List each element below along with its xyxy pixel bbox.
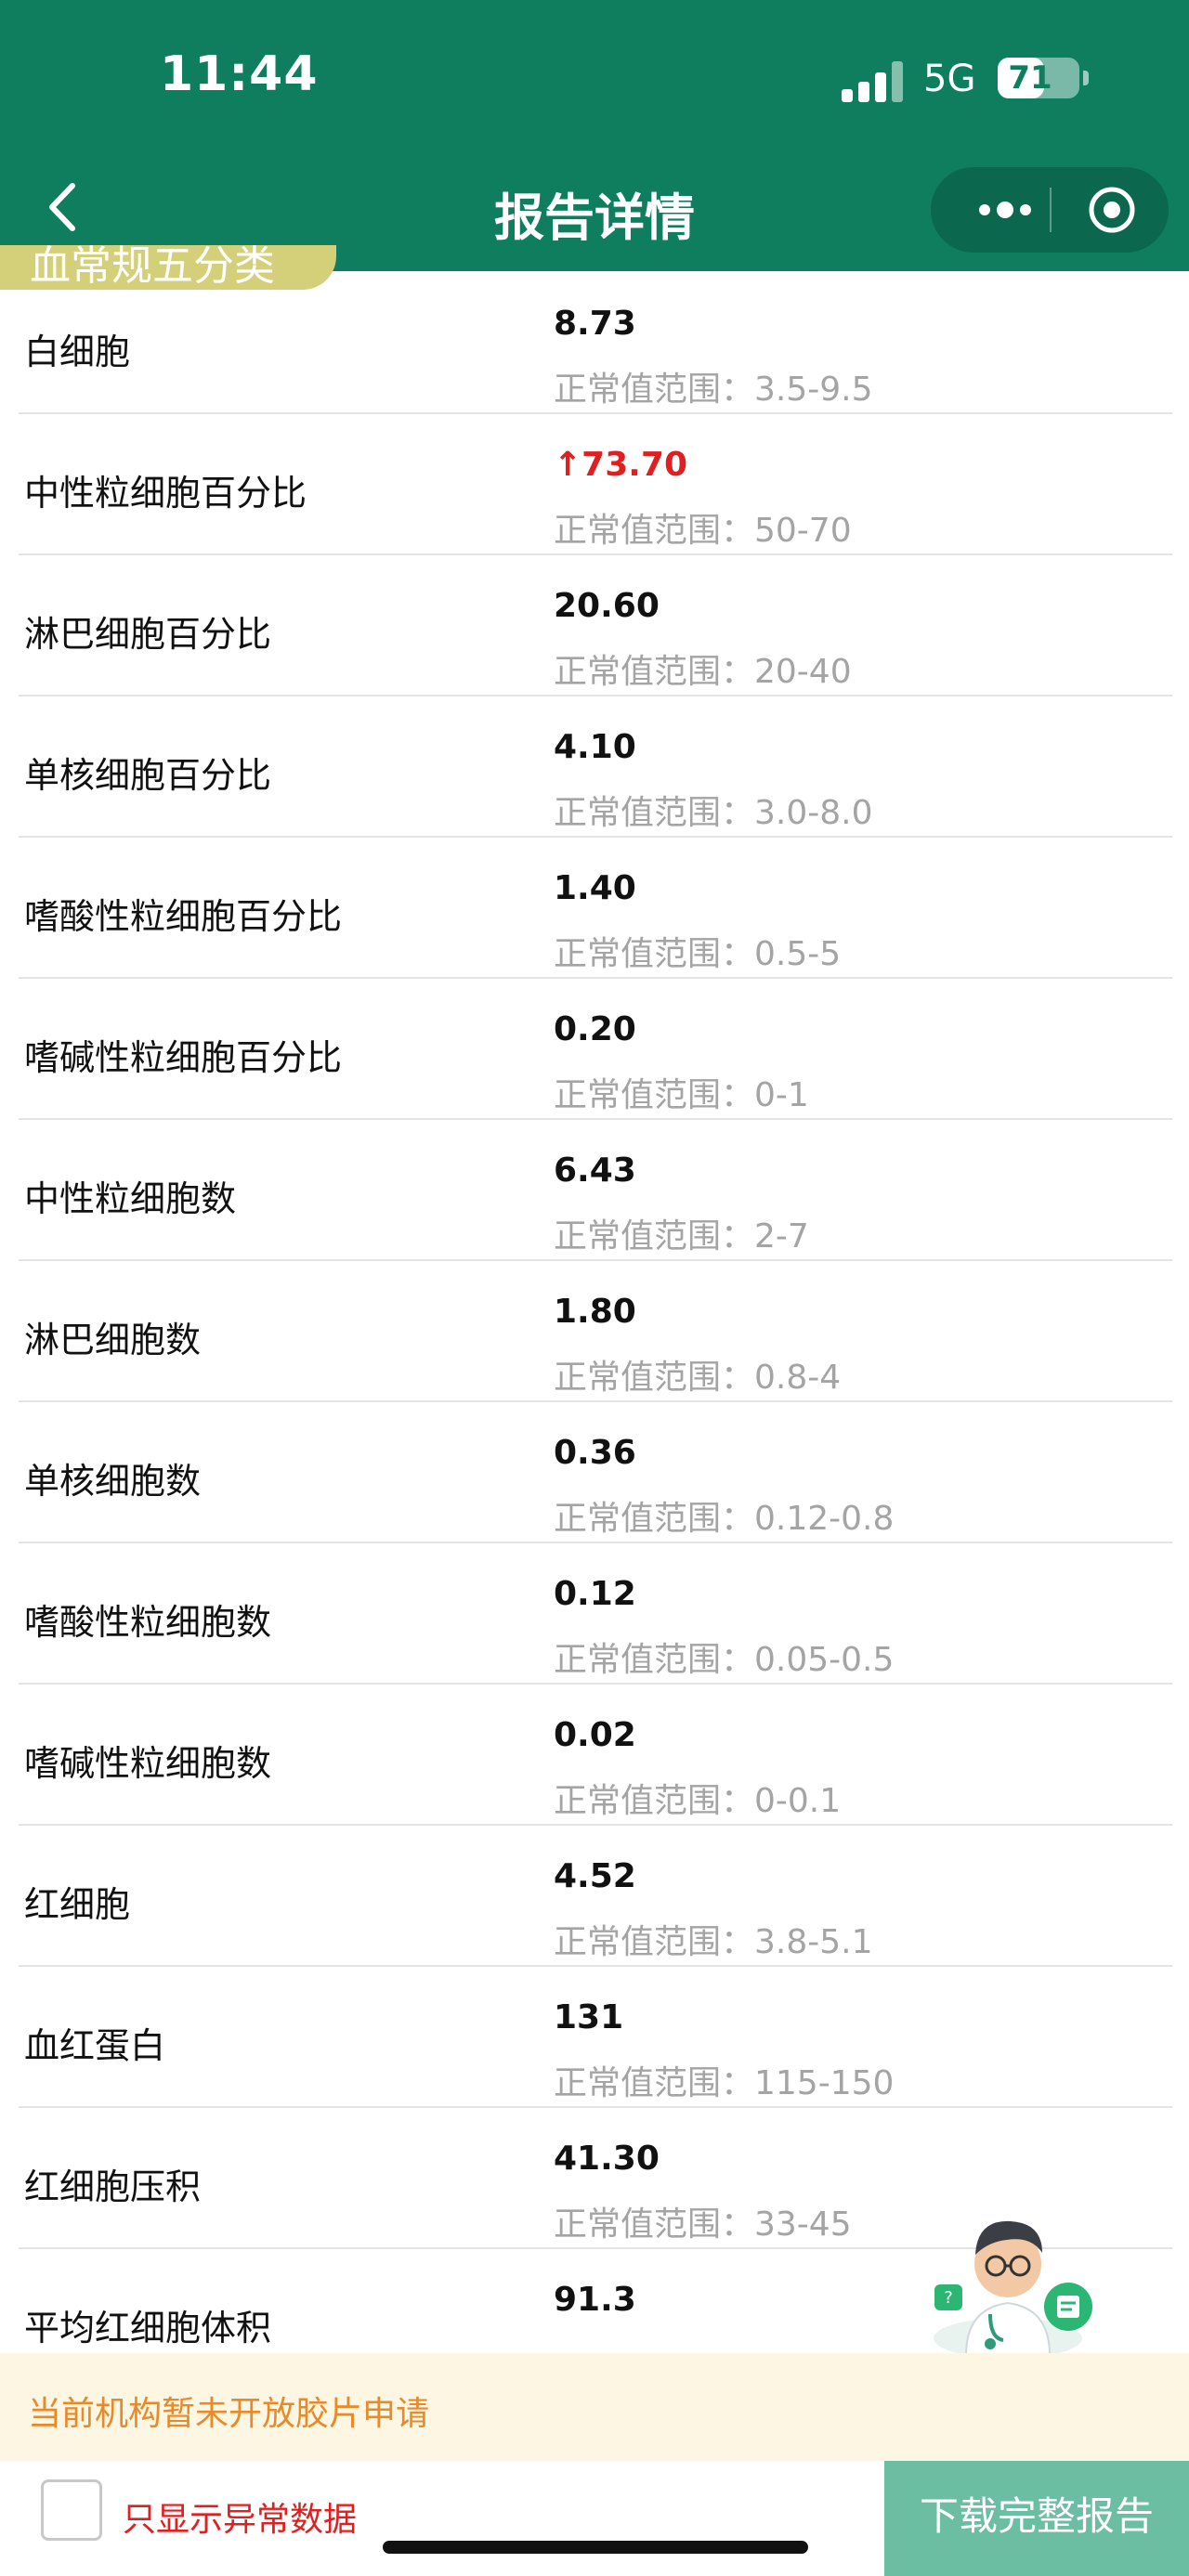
result-range: 正常值范围：3.0-8.0	[554, 794, 873, 832]
result-value: 0.36	[554, 1434, 636, 1472]
doctor-assistant-icon[interactable]: ?	[910, 2199, 1105, 2359]
result-name: 嗜碱性粒细胞数	[24, 1743, 272, 1784]
result-value-abnormal: ↑73.70	[554, 446, 688, 484]
abnormal-only-checkbox[interactable]	[41, 2479, 102, 2541]
result-row: 中性粒细胞数 6.43 正常值范围：2-7	[19, 1118, 1172, 1261]
result-name: 中性粒细胞百分比	[24, 473, 307, 514]
result-range: 正常值范围：50-70	[554, 512, 852, 550]
result-row: 嗜酸性粒细胞百分比 1.40 正常值范围：0.5-5	[19, 836, 1172, 979]
result-range: 正常值范围：20-40	[554, 653, 852, 691]
network-type: 5G	[923, 58, 976, 100]
result-range: 正常值范围：0.5-5	[554, 935, 842, 973]
status-time: 11:44	[160, 46, 319, 102]
result-name: 红细胞	[24, 1884, 131, 1925]
result-value: 4.10	[554, 728, 636, 766]
result-name: 单核细胞百分比	[24, 755, 272, 796]
result-name: 嗜碱性粒细胞百分比	[24, 1037, 343, 1078]
result-name: 嗜酸性粒细胞数	[24, 1602, 272, 1643]
result-name: 红细胞压积	[24, 2166, 202, 2207]
result-name: 淋巴细胞数	[24, 1320, 202, 1360]
result-value: 91.3	[554, 2281, 636, 2319]
result-row: 血红蛋白 131 正常值范围：115-150	[19, 1965, 1172, 2108]
result-value: 0.20	[554, 1010, 636, 1048]
mini-program-capsule	[931, 167, 1169, 253]
result-value: 0.12	[554, 1575, 636, 1613]
result-row: 单核细胞百分比 4.10 正常值范围：3.0-8.0	[19, 695, 1172, 838]
result-name: 血红蛋白	[24, 2025, 166, 2066]
result-value: 8.73	[554, 305, 636, 343]
result-range: 正常值范围：3.5-9.5	[554, 371, 873, 409]
result-range: 正常值范围：0.05-0.5	[554, 1641, 895, 1679]
result-range: 正常值范围：0.12-0.8	[554, 1500, 895, 1538]
footer-bar: 只显示异常数据 下载完整报告	[0, 2461, 1189, 2576]
result-value: 4.52	[554, 1857, 636, 1895]
result-value: 41.30	[554, 2140, 660, 2178]
home-indicator	[383, 2541, 808, 2554]
result-row: 淋巴细胞数 1.80 正常值范围：0.8-4	[19, 1259, 1172, 1402]
result-list: 白细胞 8.73 正常值范围：3.5-9.5 中性粒细胞百分比 ↑73.70 正常值范围：…	[0, 271, 1189, 2353]
result-range: 正常值范围：0.8-4	[554, 1359, 842, 1397]
app-header: 11:44 5G 71 报告详情	[0, 0, 1189, 271]
result-name: 中性粒细胞数	[24, 1178, 237, 1219]
result-name: 白细胞	[24, 332, 131, 372]
result-name: 平均红细胞体积	[24, 2308, 272, 2348]
result-value: 1.40	[554, 869, 636, 907]
result-range: 正常值范围：0-1	[554, 1076, 809, 1114]
result-range: 正常值范围：2-7	[554, 1217, 809, 1255]
download-report-button[interactable]: 下载完整报告	[884, 2461, 1189, 2576]
result-row: 嗜碱性粒细胞数 0.02 正常值范围：0-0.1	[19, 1683, 1172, 1826]
result-name: 单核细胞数	[24, 1461, 202, 1502]
result-range: 正常值范围：3.8-5.1	[554, 1923, 873, 1961]
abnormal-only-label[interactable]: 只显示异常数据	[123, 2492, 357, 2541]
result-row: 白细胞 8.73 正常值范围：3.5-9.5	[19, 271, 1172, 414]
svg-text:?: ?	[944, 2288, 953, 2308]
result-range: 正常值范围：0-0.1	[554, 1782, 842, 1820]
result-name: 嗜酸性粒细胞百分比	[24, 896, 343, 937]
result-row: 嗜酸性粒细胞数 0.12 正常值范围：0.05-0.5	[19, 1542, 1172, 1685]
result-row: 淋巴细胞百分比 20.60 正常值范围：20-40	[19, 553, 1172, 696]
target-circle-icon[interactable]	[1070, 167, 1154, 253]
result-name: 淋巴细胞百分比	[24, 614, 272, 655]
result-row: 单核细胞数 0.36 正常值范围：0.12-0.8	[19, 1400, 1172, 1543]
result-value: 131	[554, 1998, 624, 2036]
result-range: 正常值范围：33-45	[554, 2205, 852, 2244]
result-value: 0.02	[554, 1716, 636, 1754]
result-value: 20.60	[554, 587, 660, 625]
result-value: 6.43	[554, 1151, 636, 1190]
result-value: 1.80	[554, 1293, 636, 1331]
signal-icon	[842, 61, 907, 102]
result-range: 正常值范围：115-150	[554, 2064, 895, 2102]
result-row: 中性粒细胞百分比 ↑73.70 正常值范围：50-70	[19, 412, 1172, 555]
result-row: 红细胞 4.52 正常值范围：3.8-5.1	[19, 1824, 1172, 1967]
more-dots-icon[interactable]	[964, 167, 1046, 253]
battery-icon: 71	[998, 58, 1089, 98]
film-notice: 当前机构暂未开放胶片申请	[0, 2353, 1189, 2461]
notice-text: 当前机构暂未开放胶片申请	[28, 2395, 430, 2433]
battery-level: 71	[1008, 59, 1052, 97]
result-row: 嗜碱性粒细胞百分比 0.20 正常值范围：0-1	[19, 977, 1172, 1120]
